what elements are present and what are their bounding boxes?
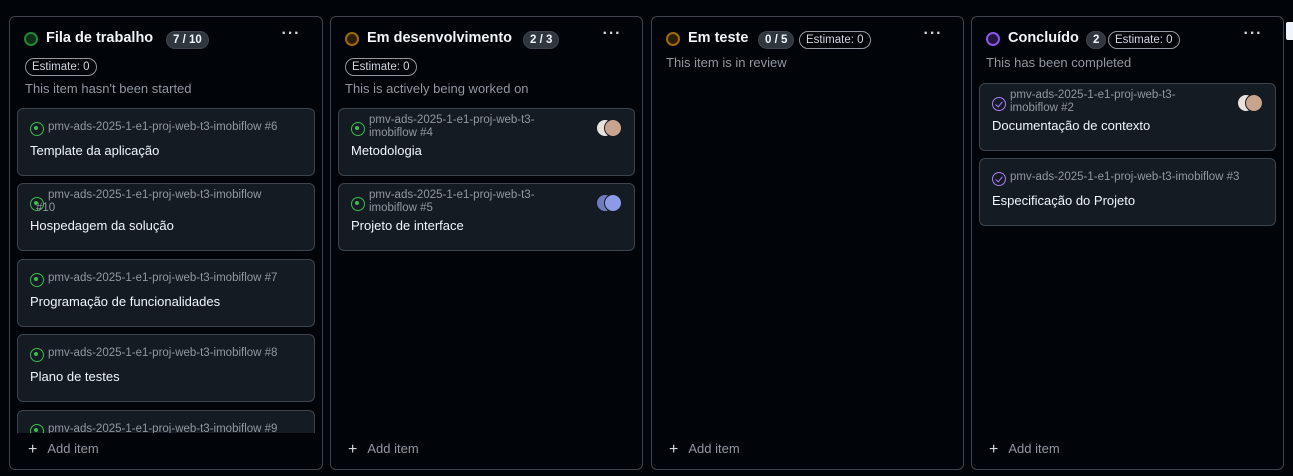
issue-number: imobiflow #5 <box>369 202 433 214</box>
issue-title[interactable]: Plano de testes <box>30 369 120 384</box>
add-item-label: Add item <box>1008 441 1060 456</box>
column-concluido: Concluído 2 Estimate: 0 ··· This has bee… <box>971 16 1284 470</box>
issue-title[interactable]: Documentação de contexto <box>992 118 1150 133</box>
issue-number: #10 <box>36 202 56 214</box>
new-column-button-edge[interactable] <box>1286 22 1293 40</box>
issue-number: imobiflow #2 <box>1010 102 1074 114</box>
issue-card[interactable]: pmv-ads-2025-1-e1-proj-web-t3-imobiflow #… <box>17 183 315 251</box>
issue-card[interactable]: pmv-ads-2025-1-e1-proj-web-t3-imobiflow … <box>338 183 635 251</box>
add-item-label: Add item <box>688 441 740 456</box>
plus-icon: + <box>348 441 358 458</box>
assignees[interactable] <box>1237 94 1263 112</box>
issue-card[interactable]: pmv-ads-2025-1-e1-proj-web-t3-imobiflow … <box>338 108 635 176</box>
add-item-button[interactable]: + Add item <box>669 441 740 459</box>
status-circle-icon <box>24 32 38 46</box>
column-em-teste: Em teste 0 / 5 Estimate: 0 ··· This item… <box>651 16 964 470</box>
column-description: This item is in review <box>666 55 787 70</box>
issue-opened-icon <box>30 273 44 287</box>
issue-opened-icon <box>351 122 365 136</box>
add-item-button[interactable]: + Add item <box>28 441 99 459</box>
column-description: This is actively being worked on <box>345 81 529 96</box>
issue-reference-line: pmv-ads-2025-1-e1-proj-web-t3- <box>1010 89 1176 101</box>
issue-reference[interactable]: pmv-ads-2025-1-e1-proj-web-t3-imobiflow … <box>48 347 277 360</box>
estimate-badge: Estimate: 0 <box>799 31 871 49</box>
issue-reference[interactable]: pmv-ads-2025-1-e1-proj-web-t3-imobiflow … <box>369 114 535 140</box>
column-title: Em teste <box>688 30 749 46</box>
issue-card[interactable]: pmv-ads-2025-1-e1-proj-web-t3-imobiflow … <box>17 108 315 176</box>
column-header: Em desenvolvimento 2 / 3 ··· <box>331 17 642 57</box>
issue-reference-line: pmv-ads-2025-1-e1-proj-web-t3- <box>369 114 535 126</box>
card-list: pmv-ads-2025-1-e1-proj-web-t3-imobiflow … <box>17 108 315 433</box>
column-menu-button[interactable]: ··· <box>921 26 945 47</box>
column-title: Fila de trabalho <box>46 30 154 46</box>
column-header: Fila de trabalho 7 / 10 ··· <box>10 17 322 57</box>
column-header: Concluído 2 Estimate: 0 ··· <box>972 17 1283 57</box>
issue-card[interactable]: pmv-ads-2025-1-e1-proj-web-t3-imobiflow … <box>17 334 315 402</box>
issue-reference[interactable]: pmv-ads-2025-1-e1-proj-web-t3-imobiflow … <box>1010 171 1239 184</box>
item-count-badge: 2 <box>1086 31 1107 49</box>
column-title: Em desenvolvimento <box>367 30 513 46</box>
item-count-badge: 2 / 3 <box>523 31 560 49</box>
issue-reference-line: pmv-ads-2025-1-e1-proj-web-t3- <box>369 189 535 201</box>
issue-title[interactable]: Template da aplicação <box>30 143 159 158</box>
issue-reference-line: pmv-ads-2025-1-e1-proj-web-t3-imobiflow <box>48 189 262 201</box>
issue-closed-icon <box>992 97 1006 111</box>
issue-title[interactable]: Especificação do Projeto <box>992 193 1135 208</box>
issue-card[interactable]: pmv-ads-2025-1-e1-proj-web-t3-imobiflow … <box>979 83 1276 151</box>
issue-opened-icon <box>30 348 44 362</box>
avatar[interactable] <box>604 194 622 212</box>
issue-reference[interactable]: pmv-ads-2025-1-e1-proj-web-t3-imobiflow #… <box>36 189 262 215</box>
column-menu-button[interactable]: ··· <box>279 26 303 47</box>
avatar[interactable] <box>1245 94 1263 112</box>
column-menu-button[interactable]: ··· <box>600 26 624 47</box>
card-list: pmv-ads-2025-1-e1-proj-web-t3-imobiflow … <box>338 108 635 433</box>
issue-card[interactable]: pmv-ads-2025-1-e1-proj-web-t3-imobiflow … <box>17 410 315 433</box>
issue-card[interactable]: pmv-ads-2025-1-e1-proj-web-t3-imobiflow … <box>979 158 1276 226</box>
column-description: This has been completed <box>986 55 1132 70</box>
estimate-badge: Estimate: 0 <box>1108 31 1180 49</box>
assignees[interactable] <box>596 119 622 137</box>
column-title: Concluído <box>1008 30 1079 46</box>
column-header: Em teste 0 / 5 Estimate: 0 ··· <box>652 17 963 57</box>
plus-icon: + <box>989 441 999 458</box>
issue-opened-icon <box>351 197 365 211</box>
assignees[interactable] <box>596 194 622 212</box>
status-circle-icon <box>986 32 1000 46</box>
column-description: This item hasn't been started <box>25 81 192 96</box>
issue-title[interactable]: Projeto de interface <box>351 218 464 233</box>
avatar[interactable] <box>604 119 622 137</box>
issue-closed-icon <box>992 172 1006 186</box>
plus-icon: + <box>669 441 679 458</box>
add-item-button[interactable]: + Add item <box>348 441 419 459</box>
issue-title[interactable]: Programação de funcionalidades <box>30 294 220 309</box>
column-menu-button[interactable]: ··· <box>1241 26 1265 47</box>
item-count-badge: 0 / 5 <box>758 31 795 49</box>
issue-reference[interactable]: pmv-ads-2025-1-e1-proj-web-t3-imobiflow … <box>48 423 277 433</box>
add-item-label: Add item <box>47 441 99 456</box>
add-item-button[interactable]: + Add item <box>989 441 1060 459</box>
add-item-label: Add item <box>367 441 419 456</box>
issue-reference[interactable]: pmv-ads-2025-1-e1-proj-web-t3-imobiflow … <box>369 189 535 215</box>
column-em-desenvolvimento: Em desenvolvimento 2 / 3 ··· Estimate: 0… <box>330 16 643 470</box>
issue-title[interactable]: Hospedagem da solução <box>30 218 174 233</box>
issue-reference[interactable]: pmv-ads-2025-1-e1-proj-web-t3-imobiflow … <box>48 121 277 134</box>
issue-reference[interactable]: pmv-ads-2025-1-e1-proj-web-t3-imobiflow … <box>1010 89 1176 115</box>
plus-icon: + <box>28 441 38 458</box>
issue-title[interactable]: Metodologia <box>351 143 422 158</box>
issue-opened-icon <box>30 122 44 136</box>
project-board: Fila de trabalho 7 / 10 ··· Estimate: 0 … <box>0 0 1293 476</box>
issue-number: imobiflow #4 <box>369 127 433 139</box>
estimate-badge: Estimate: 0 <box>25 58 97 76</box>
issue-card[interactable]: pmv-ads-2025-1-e1-proj-web-t3-imobiflow … <box>17 259 315 327</box>
issue-reference[interactable]: pmv-ads-2025-1-e1-proj-web-t3-imobiflow … <box>48 272 277 285</box>
status-circle-icon <box>666 32 680 46</box>
column-fila-de-trabalho: Fila de trabalho 7 / 10 ··· Estimate: 0 … <box>9 16 323 470</box>
item-count-badge: 7 / 10 <box>166 31 209 49</box>
card-list: pmv-ads-2025-1-e1-proj-web-t3-imobiflow … <box>979 83 1276 433</box>
issue-opened-icon <box>30 424 44 433</box>
status-circle-icon <box>345 32 359 46</box>
estimate-badge: Estimate: 0 <box>345 58 417 76</box>
